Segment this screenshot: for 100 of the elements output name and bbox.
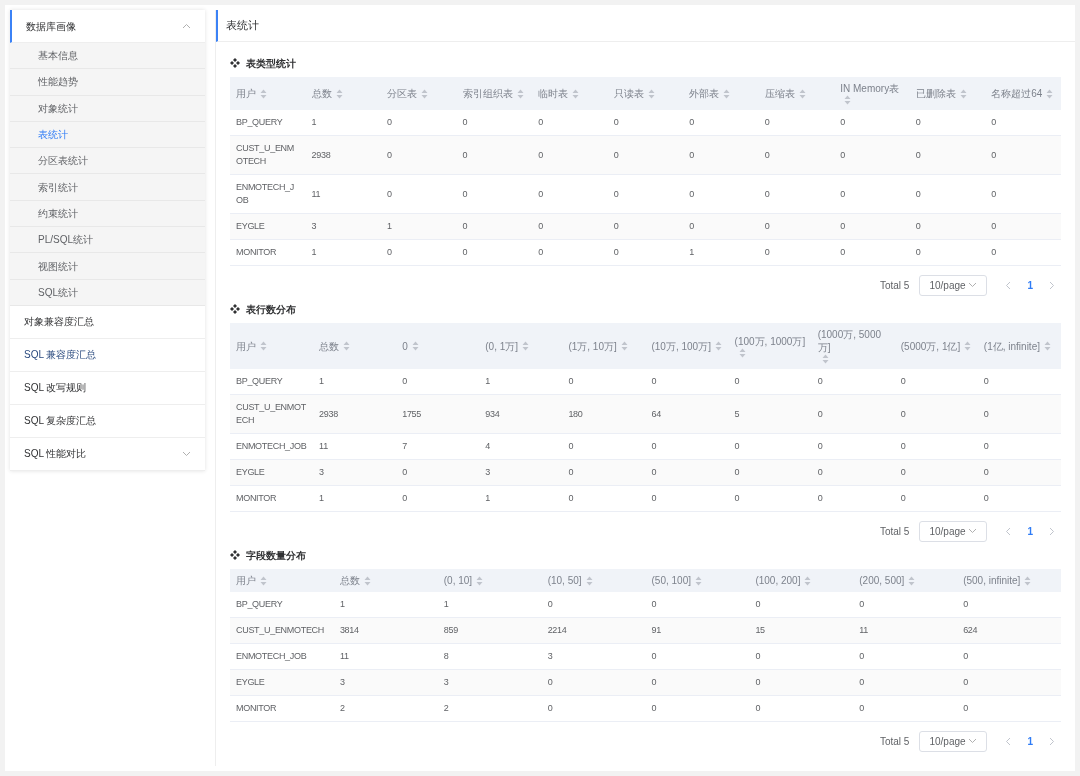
column-header[interactable]: (1000万, 5000万] [811,323,895,369]
table-cell: 64 [645,394,729,434]
column-header[interactable]: (10, 50] [541,569,646,592]
submenu-item[interactable]: SQL统计 [10,279,205,306]
column-header[interactable]: (1万, 10万] [562,323,646,369]
sort-icon[interactable] [723,88,731,99]
chevron-down-icon [968,282,978,288]
sort-icon[interactable] [804,575,812,586]
column-header-label: 名称超过64 [991,87,1043,100]
column-header[interactable]: 名称超过64 [985,77,1061,110]
column-header[interactable]: 用户 [230,77,306,110]
sort-icon[interactable] [476,575,484,586]
sort-icon[interactable] [1044,341,1051,351]
sort-icon[interactable] [844,95,852,105]
sort-icon[interactable] [821,354,829,364]
sidebar-menu-item[interactable]: SQL 改写规则 [10,371,205,405]
sort-icon[interactable] [620,341,628,351]
column-header[interactable]: (100, 200] [749,569,854,592]
table-cell: 0 [645,433,729,460]
sort-icon[interactable] [908,575,916,586]
submenu-item[interactable]: 表统计 [10,121,205,149]
table-cell: 0 [853,592,958,618]
page-number[interactable]: 1 [1021,277,1039,293]
chevron-left-icon[interactable] [1005,736,1012,746]
sort-icon[interactable] [738,347,746,358]
sort-icon[interactable] [585,575,593,586]
page-number[interactable]: 1 [1021,523,1039,539]
column-header[interactable]: 已删除表 [909,77,986,110]
sort-icon[interactable] [714,341,722,351]
table-cell: 11 [333,643,438,670]
submenu-item[interactable]: 对象统计 [10,95,205,122]
submenu-item[interactable]: 基本信息 [10,43,205,70]
page-size-select[interactable]: 10/page [919,520,988,542]
sort-icon[interactable] [798,88,806,99]
sort-icon[interactable] [343,341,351,351]
sidebar-menu-item[interactable]: 对象兼容度汇总 [10,305,205,339]
sidebar-menu-item[interactable]: SQL 复杂度汇总 [10,404,205,438]
column-header[interactable]: IN Memory表 [834,77,910,110]
column-header[interactable]: 总数 [333,569,438,592]
sidebar-menu-item[interactable]: SQL 性能对比 [10,437,205,471]
submenu-item[interactable]: 索引统计 [10,174,205,201]
column-header[interactable]: 总数 [305,77,382,110]
chevron-right-icon[interactable] [1049,526,1055,536]
table-cell: 0 [541,669,646,696]
sort-icon[interactable] [260,575,267,586]
column-header[interactable]: (500, infinite] [957,569,1061,592]
column-header[interactable]: (0, 10] [437,569,542,592]
sort-icon[interactable] [1046,88,1054,99]
page-size-select[interactable]: 10/page [919,274,988,296]
sort-icon[interactable] [964,341,972,351]
sort-icon[interactable] [647,88,655,99]
sort-icon[interactable] [1024,575,1032,586]
column-header[interactable]: (10万, 100万] [645,323,729,369]
submenu-item[interactable]: 视图统计 [10,253,205,280]
table-cell: 0 [894,394,978,434]
column-header[interactable]: (0, 1万] [479,323,563,369]
page-number[interactable]: 1 [1021,733,1039,749]
sort-icon[interactable] [363,575,371,586]
sort-icon[interactable] [335,88,343,99]
column-header[interactable]: 分区表 [381,77,457,110]
sort-icon[interactable] [522,341,530,351]
column-header-label: (200, 500] [859,574,905,587]
sort-icon[interactable] [260,341,267,351]
table-cell: 0 [749,592,854,618]
chevron-left-icon[interactable] [1005,526,1012,536]
sort-icon[interactable] [421,88,429,99]
column-header[interactable]: 索引组织表 [456,77,533,110]
sort-icon[interactable] [959,88,967,99]
column-header[interactable]: 总数 [313,323,397,369]
column-header[interactable]: 临时表 [532,77,608,110]
column-header[interactable]: 用户 [230,323,314,369]
sort-icon[interactable] [572,88,580,99]
chevron-right-icon[interactable] [1049,280,1055,290]
column-header[interactable]: 外部表 [683,77,759,110]
column-header[interactable]: (5000万, 1亿] [894,323,978,369]
column-header[interactable]: (1亿, infinite] [977,323,1061,369]
submenu-item[interactable]: 约束统计 [10,200,205,228]
page-size-select[interactable]: 10/page [919,730,988,752]
sort-icon[interactable] [516,88,524,99]
column-header[interactable]: 0 [396,323,480,369]
submenu-item[interactable]: 分区表统计 [10,148,205,175]
sort-icon[interactable] [411,341,419,351]
column-header[interactable]: 只读表 [607,77,684,110]
column-header-label: (1万, 10万] [568,339,617,353]
sort-icon[interactable] [695,575,702,586]
column-header[interactable]: (200, 500] [853,569,958,592]
sidebar-menu-item[interactable]: SQL 兼容度汇总 [10,338,205,372]
table-cell: 859 [437,617,542,644]
submenu-item[interactable]: 性能趋势 [10,69,205,96]
column-header[interactable]: 用户 [230,569,334,592]
chevron-left-icon[interactable] [1005,280,1012,290]
submenu-item[interactable]: PL/SQL统计 [10,227,205,254]
table-cell: 0 [683,110,759,136]
column-header[interactable]: 压缩表 [758,77,835,110]
table-cell: 0 [562,485,646,512]
column-header[interactable]: (100万, 1000万] [728,323,812,369]
section-title: 字段数量分布 [246,548,306,563]
column-header[interactable]: (50, 100] [645,569,750,592]
chevron-right-icon[interactable] [1049,736,1055,746]
sort-icon[interactable] [260,88,267,99]
